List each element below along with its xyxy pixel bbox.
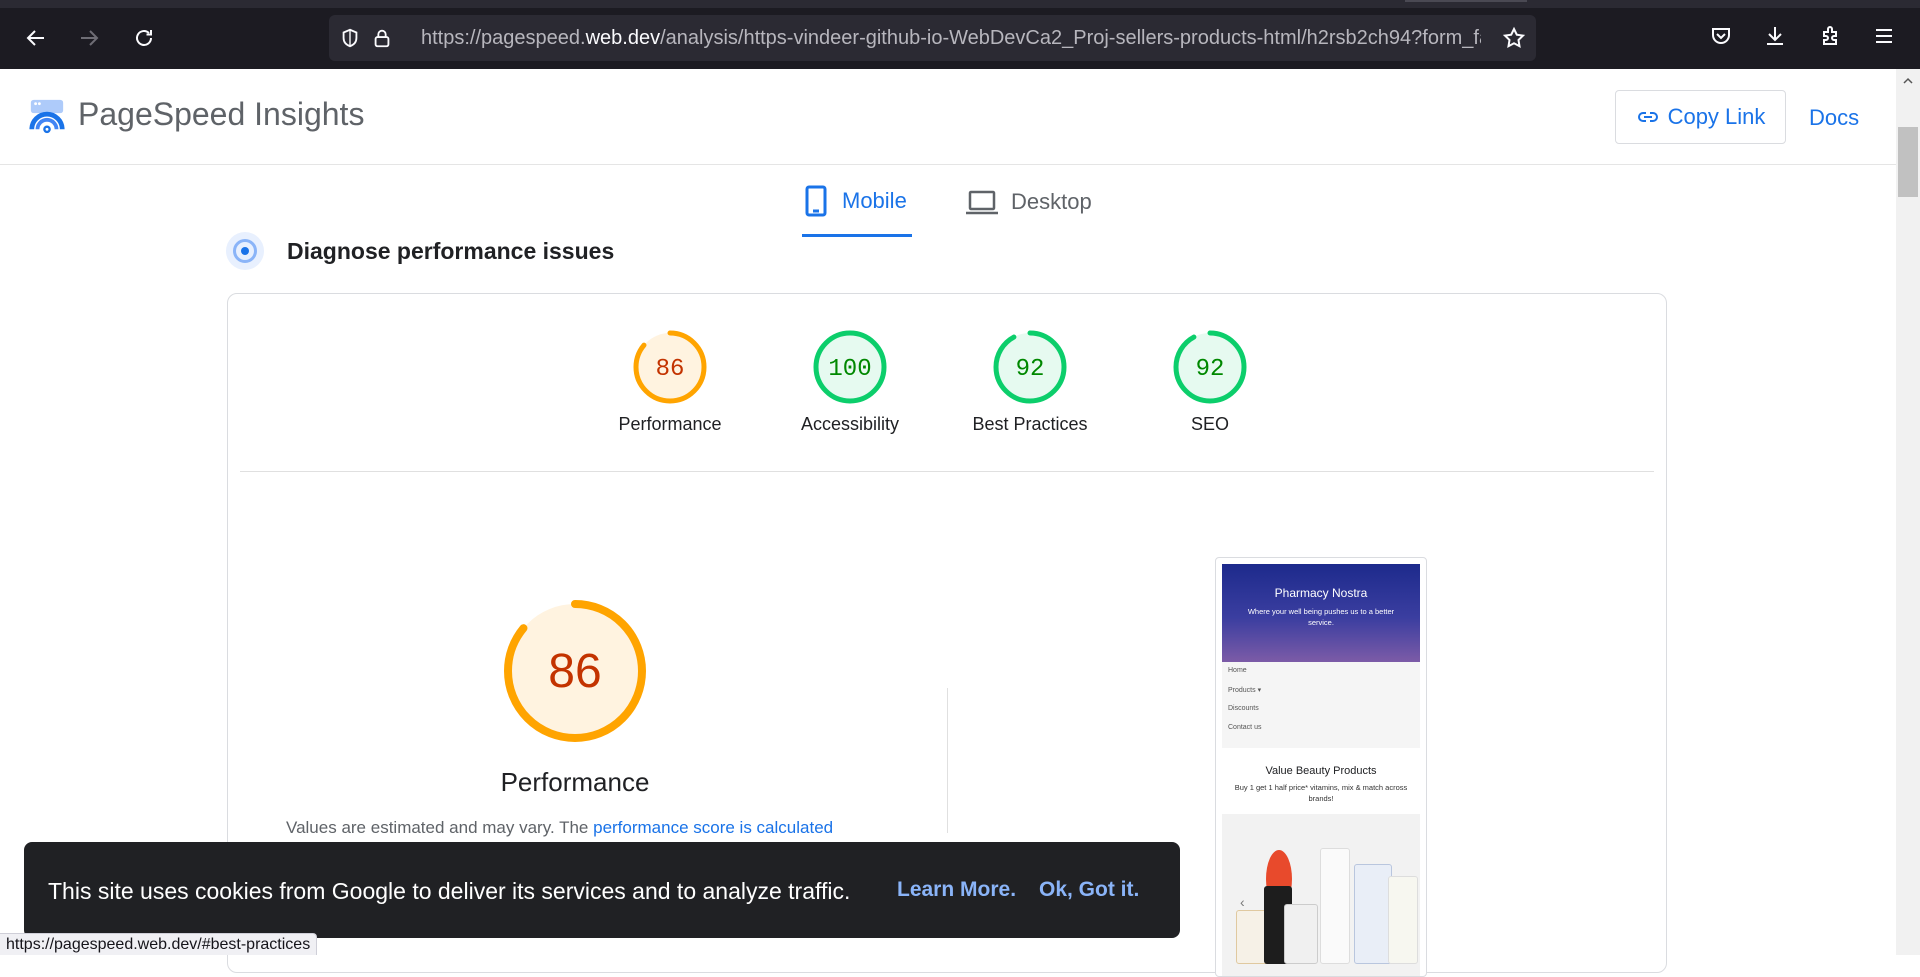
product-image: [1284, 904, 1318, 964]
address-bar[interactable]: https://pagespeed.web.dev/analysis/https…: [329, 15, 1536, 61]
screenshot-menu-item: Discounts: [1228, 705, 1259, 712]
score-value: 92: [1016, 356, 1045, 383]
score-gauge-accessibility[interactable]: 100 Accessibility: [780, 330, 920, 435]
score-gauge-ring: 100: [813, 330, 887, 404]
shield-icon[interactable]: [339, 27, 361, 49]
docs-link[interactable]: Docs: [1809, 105, 1859, 131]
back-icon[interactable]: [20, 22, 52, 54]
scrollbar-thumb[interactable]: [1898, 127, 1918, 197]
copy-link-button[interactable]: Copy Link: [1615, 90, 1786, 144]
browser-toolbar: https://pagespeed.web.dev/analysis/https…: [0, 0, 1920, 69]
score-label: Accessibility: [800, 414, 900, 434]
tab-mobile[interactable]: Mobile: [802, 177, 912, 237]
url-text[interactable]: https://pagespeed.web.dev/analysis/https…: [421, 27, 1481, 50]
score-label: SEO: [1190, 414, 1229, 434]
laptop-icon: [966, 190, 998, 215]
link-icon: [1637, 112, 1658, 122]
cookie-banner: This site uses cookies from Google to de…: [24, 842, 1180, 938]
screenshot-section-sub: Buy 1 get 1 half price* vitamins, mix & …: [1234, 783, 1408, 803]
vertical-divider: [947, 688, 948, 833]
score-gauge-ring: 92: [1173, 330, 1247, 404]
product-image: [1388, 876, 1418, 964]
lock-icon[interactable]: [371, 27, 393, 49]
tab-desktop[interactable]: Desktop: [965, 177, 1092, 237]
page-scrollbar[interactable]: [1896, 69, 1920, 955]
url-path: /analysis/https-vindeer-github-io-WebDev…: [660, 27, 1481, 49]
screenshot-section-title: Value Beauty Products: [1265, 765, 1377, 777]
divider: [240, 471, 1654, 472]
screenshot-menu: Home Products ▾ Discounts Contact us: [1222, 662, 1420, 748]
pocket-icon[interactable]: [1707, 22, 1735, 50]
tab-strip: [0, 0, 1920, 8]
performance-title: Performance: [500, 767, 650, 797]
section-title: Diagnose performance issues: [287, 238, 615, 264]
screenshot-site-tagline: Where your well being pushes us to a bet…: [1247, 607, 1395, 627]
score-value: 86: [656, 356, 685, 383]
screenshot-hero: Pharmacy Nostra Where your well being pu…: [1222, 564, 1420, 662]
product-image: [1354, 864, 1392, 964]
url-prefix: https://pagespeed.: [421, 27, 586, 49]
performance-description: Values are estimated and may vary. The p…: [286, 818, 833, 838]
screenshot-menu-item: Home: [1228, 667, 1247, 674]
url-domain: web.dev: [585, 27, 661, 49]
score-label: Best Practices: [972, 414, 1088, 434]
reload-icon[interactable]: [128, 22, 160, 54]
screenshot-menu-item: Products ▾: [1228, 687, 1262, 694]
screenshot-site-title: Pharmacy Nostra: [1274, 586, 1368, 600]
forward-icon[interactable]: [73, 22, 105, 54]
mobile-phone-icon: [805, 185, 827, 216]
learn-more-link[interactable]: Learn More.: [897, 878, 1016, 902]
score-gauge-ring: 86: [633, 330, 707, 404]
download-icon[interactable]: [1761, 22, 1789, 50]
screenshot-products-image: ‹: [1222, 814, 1420, 976]
tab-indicator: [1405, 0, 1527, 2]
scroll-up-icon[interactable]: [1902, 75, 1914, 87]
status-bar-url: https://pagespeed.web.dev/#best-practice…: [0, 933, 318, 955]
page-screenshot: Pharmacy Nostra Where your well being pu…: [1215, 557, 1427, 977]
score-gauge-ring: 92: [993, 330, 1067, 404]
ok-got-it-button[interactable]: Ok, Got it.: [1039, 878, 1139, 902]
performance-big-gauge[interactable]: 86: [501, 597, 649, 745]
copy-link-label: Copy Link: [1667, 104, 1766, 129]
product-image: [1320, 848, 1350, 964]
score-value: 92: [1196, 356, 1225, 383]
score-gauge-performance[interactable]: 86 Performance: [600, 330, 740, 435]
menu-icon[interactable]: [1870, 22, 1898, 50]
score-gauge-best-practices[interactable]: 92 Best Practices: [960, 330, 1100, 435]
score-value: 100: [828, 356, 871, 383]
tab-desktop-label: Desktop: [1011, 189, 1092, 214]
score-label: Performance: [618, 414, 722, 434]
carousel-prev-arrow: ‹: [1240, 894, 1245, 910]
screenshot-menu-item: Contact us: [1228, 724, 1262, 731]
performance-desc-text: Values are estimated and may vary. The: [286, 818, 594, 837]
score-gauge-seo[interactable]: 92 SEO: [1140, 330, 1280, 435]
site-title[interactable]: PageSpeed Insights: [78, 96, 364, 133]
bookmark-star-icon[interactable]: [1502, 26, 1526, 50]
tab-mobile-label: Mobile: [842, 187, 907, 213]
performance-big-score: 86: [548, 645, 601, 698]
score-calculation-link[interactable]: performance score is calculated: [593, 818, 833, 837]
site-header: PageSpeed Insights Copy Link Docs: [0, 69, 1896, 165]
diagnose-icon: [226, 232, 264, 270]
cookie-message: This site uses cookies from Google to de…: [48, 878, 851, 904]
extensions-icon[interactable]: [1816, 22, 1844, 50]
pagespeed-logo-icon[interactable]: [28, 97, 66, 135]
